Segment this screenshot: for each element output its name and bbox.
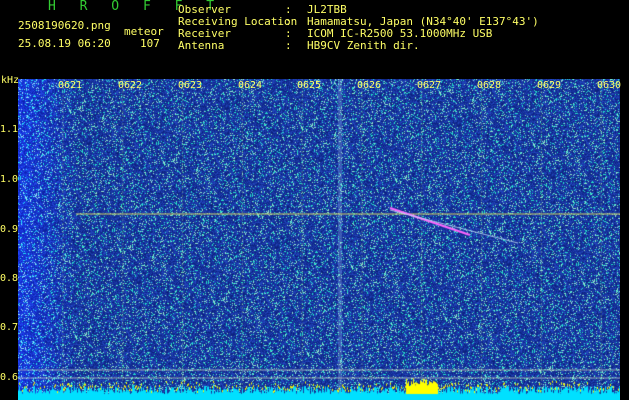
meteor-count: 107 [140,37,160,50]
spectrogram [18,79,620,400]
antenna-value: HB9CV Zenith dir. [307,39,420,52]
x-tick-label: 0625 [297,80,322,91]
x-tick-label: 0622 [118,80,143,91]
y-tick-label: 0.6 [0,372,19,383]
x-tick-label: 0627 [417,80,442,91]
y-tick-label: 0.7 [0,322,19,333]
y-tick-label: 1.0 [0,174,19,185]
x-tick-label: 0621 [58,80,83,91]
date-time: 25.08.19 06:20 [18,37,111,50]
x-tick-label: 0629 [537,80,562,91]
x-tick-label: 0623 [178,80,203,91]
antenna-label: Antenna [178,39,225,52]
x-tick-label: 0624 [238,80,263,91]
x-tick-label: 0628 [477,80,502,91]
file-name: 2508190620.png [18,19,111,32]
header-panel: H R O F F T 2508190620.png meteor 25.08.… [0,0,629,74]
colon: : [285,39,292,52]
x-tick-label: 0630 [597,80,622,91]
y-tick-label: 0.9 [0,224,19,235]
x-tick-label: 0626 [357,80,382,91]
spectrogram-canvas [18,79,620,400]
y-axis: 1.1 1.0 0.9 0.8 0.7 0.6 [0,74,18,400]
y-tick-label: 1.1 [0,124,19,135]
y-tick-label: 0.8 [0,273,19,284]
